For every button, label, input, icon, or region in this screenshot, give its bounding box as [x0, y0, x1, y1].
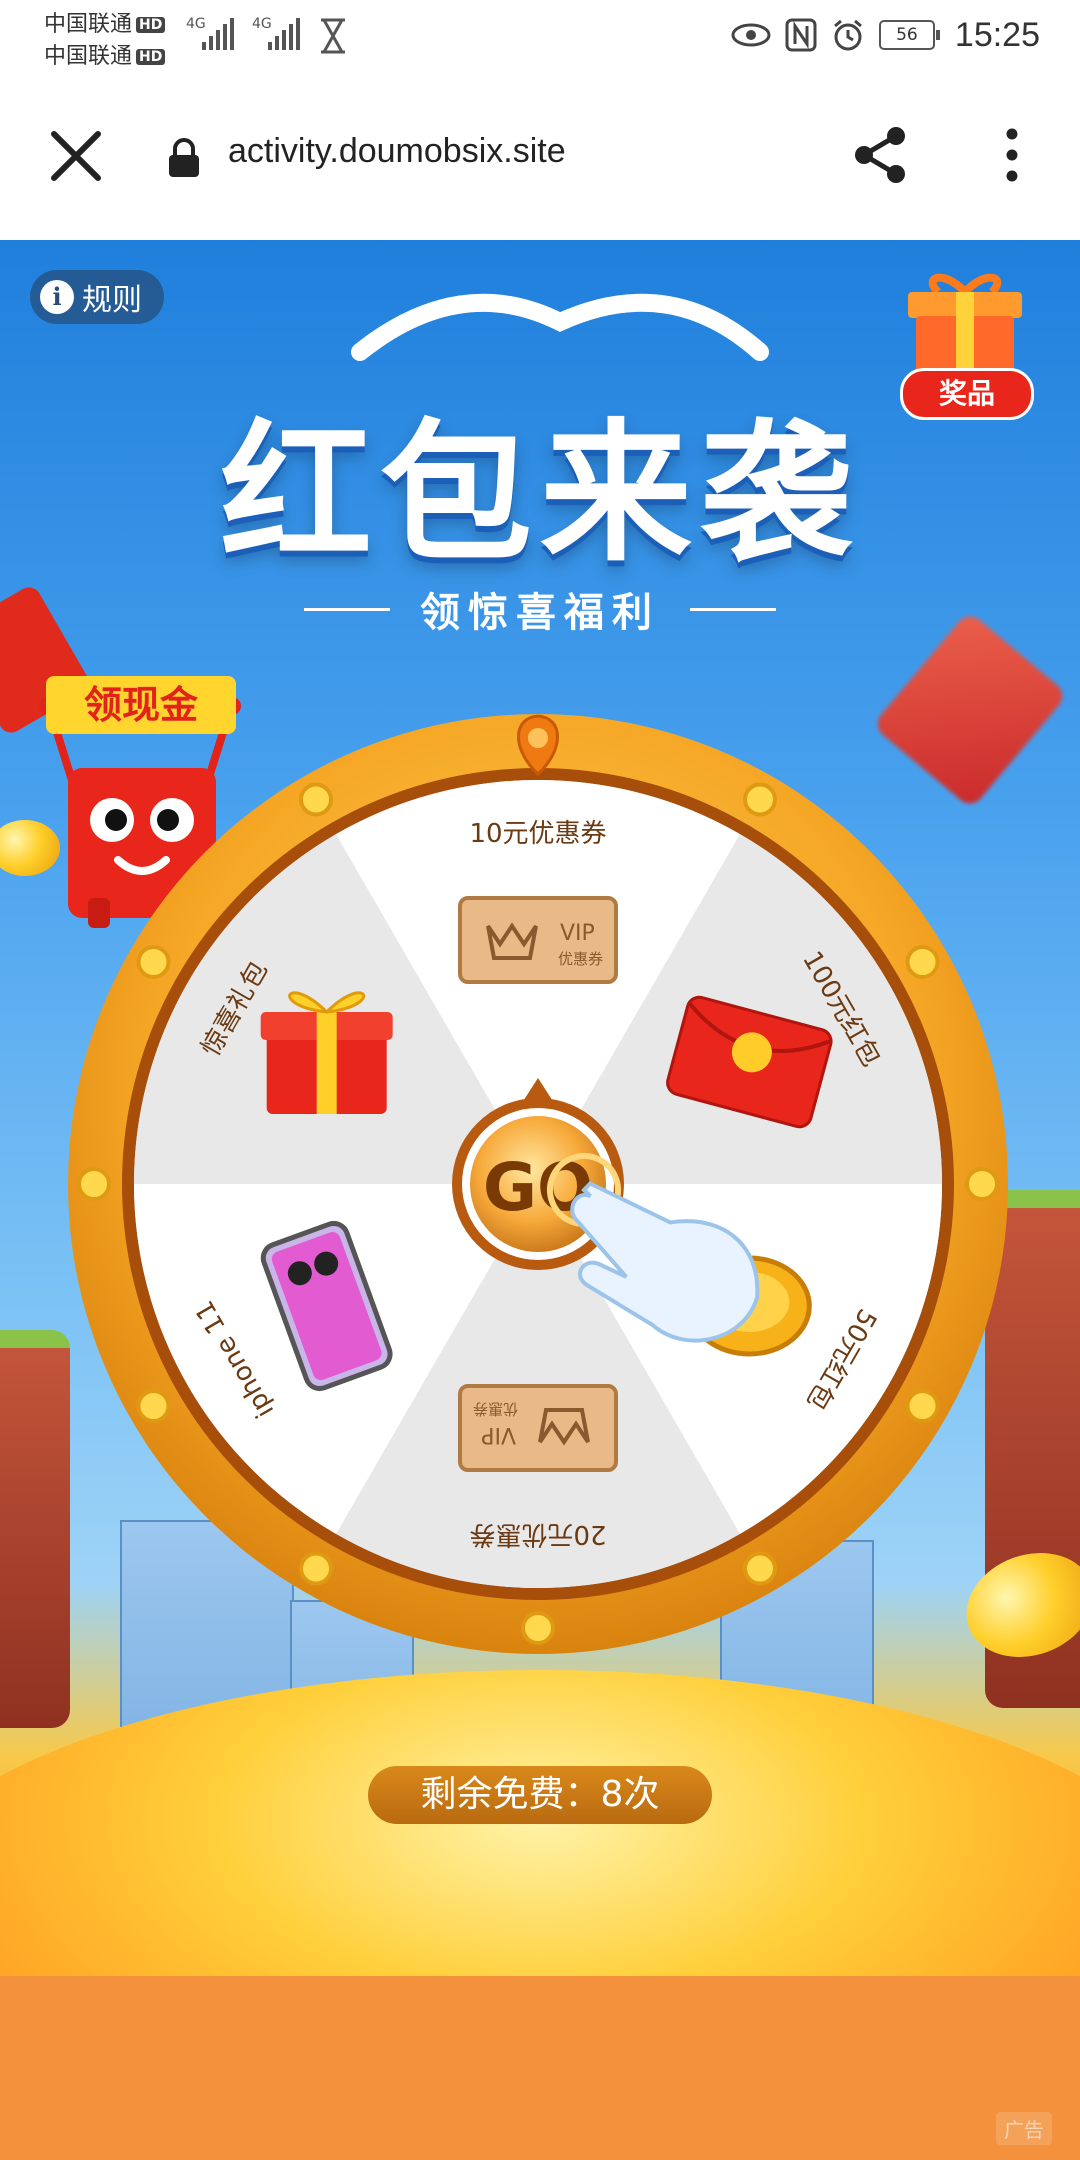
rim-light: [521, 1611, 555, 1645]
remaining-free-spins: 剩余免费：8次: [368, 1766, 712, 1824]
rim-light: [743, 782, 777, 817]
rim-light: [905, 945, 940, 979]
browser-toolbar: activity.doumobsix.site: [0, 72, 1080, 241]
title-arc-decoration: [351, 293, 769, 361]
subtitle-row: 领惊喜福利: [0, 580, 1080, 638]
divider: [304, 607, 390, 611]
svg-text:VIP: VIP: [481, 1422, 516, 1447]
carrier-1: 中国联通 HD: [44, 6, 166, 38]
svg-text:4G: 4G: [186, 16, 206, 32]
left-cliff: [0, 1330, 70, 1728]
carrier-2: 中国联通 HD: [44, 38, 166, 70]
alarm-icon: [833, 19, 862, 51]
vip-coupon-icon: VIP 优惠券: [458, 1384, 618, 1472]
url-field[interactable]: activity.doumobsix.site: [228, 132, 566, 171]
svg-text:优惠券: 优惠券: [473, 1400, 518, 1418]
wheel-pointer-dot: [528, 728, 548, 748]
lock-icon: [169, 138, 199, 177]
svg-text:4G: 4G: [252, 16, 272, 32]
rim-light: [743, 1551, 777, 1586]
bottom-area: [0, 1976, 1080, 2160]
status-bar: 中国联通 HD 中国联通 HD 4G 4G 56 15:25: [0, 0, 1080, 72]
rules-label: 规则: [82, 283, 142, 318]
eye-icon: [731, 23, 771, 47]
more-options-icon[interactable]: [992, 122, 1032, 188]
rim-light: [299, 782, 333, 817]
rim-light: [299, 1551, 333, 1586]
nfc-icon: [785, 18, 817, 52]
subtitle: 领惊喜福利: [420, 590, 660, 636]
svg-text:VIP: VIP: [560, 921, 595, 946]
gift-icon: [908, 273, 1022, 378]
lottery-page: i 规则 奖品 红包来袭 领惊喜福利 领现金 VIP 优惠券 VIP 优惠券 1…: [0, 240, 1080, 2160]
signal-icon: 4G: [252, 16, 300, 50]
battery-icon: 56: [878, 20, 940, 50]
rim-light: [77, 1167, 111, 1201]
status-icons: 56 15:25: [731, 10, 1040, 60]
rim-light: [136, 1389, 171, 1423]
svg-text:优惠券: 优惠券: [558, 950, 603, 968]
close-icon[interactable]: [44, 124, 108, 188]
rim-light: [965, 1167, 999, 1201]
clock: 15:25: [954, 15, 1040, 54]
hd-badge: HD: [136, 49, 166, 65]
page-title: 红包来袭: [220, 405, 860, 582]
info-icon: i: [40, 280, 74, 314]
vip-coupon-icon: VIP 优惠券: [458, 896, 618, 984]
rules-button[interactable]: i 规则: [30, 270, 164, 324]
lucky-wheel[interactable]: VIP 优惠券 VIP 优惠券 10元优惠券100元红包50元红包20元优惠券i…: [64, 710, 1012, 1658]
share-icon[interactable]: [848, 122, 914, 188]
rim-light: [136, 945, 171, 979]
signal-icon: 4G: [186, 16, 234, 50]
hd-badge: HD: [136, 17, 166, 33]
ad-tag: 广告: [996, 2112, 1052, 2145]
hourglass-icon: [321, 18, 345, 54]
divider: [690, 607, 776, 611]
segment-label: 10元优惠券: [469, 819, 606, 849]
rim-light: [905, 1389, 940, 1423]
segment-label: 20元优惠券: [469, 1519, 606, 1549]
